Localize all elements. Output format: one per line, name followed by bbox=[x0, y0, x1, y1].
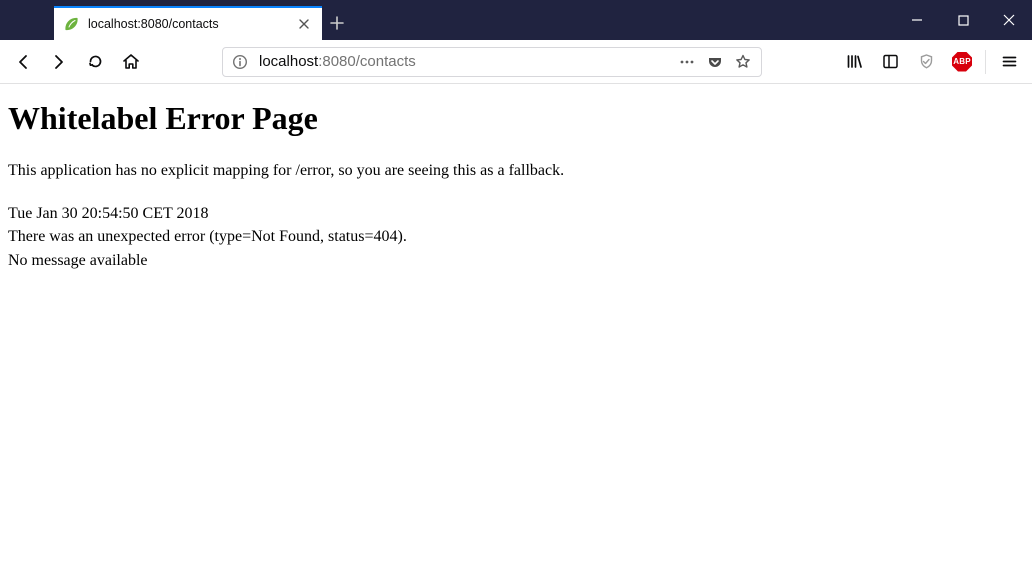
new-tab-button[interactable] bbox=[322, 6, 352, 40]
sidebar-icon[interactable] bbox=[873, 45, 907, 79]
page-content: Whitelabel Error Page This application h… bbox=[0, 84, 1032, 288]
navigation-toolbar: localhost:8080/contacts ABP bbox=[0, 40, 1032, 84]
browser-titlebar: localhost:8080/contacts bbox=[0, 0, 1032, 40]
adblock-plus-icon[interactable]: ABP bbox=[945, 45, 979, 79]
shield-icon[interactable] bbox=[909, 45, 943, 79]
fallback-message: This application has no explicit mapping… bbox=[8, 159, 1024, 182]
url-bar[interactable]: localhost:8080/contacts bbox=[222, 47, 762, 77]
error-summary: There was an unexpected error (type=Not … bbox=[8, 225, 1024, 248]
window-controls bbox=[894, 0, 1032, 40]
browser-tab[interactable]: localhost:8080/contacts bbox=[54, 6, 322, 40]
pocket-icon[interactable] bbox=[701, 48, 729, 76]
reload-button[interactable] bbox=[78, 45, 112, 79]
toolbar-right: ABP bbox=[837, 45, 1026, 79]
error-timestamp: Tue Jan 30 20:54:50 CET 2018 bbox=[8, 202, 1024, 225]
back-button[interactable] bbox=[6, 45, 40, 79]
page-actions-button[interactable] bbox=[673, 48, 701, 76]
toolbar-separator bbox=[985, 50, 986, 74]
forward-button[interactable] bbox=[42, 45, 76, 79]
tab-title: localhost:8080/contacts bbox=[88, 17, 294, 31]
tab-close-button[interactable] bbox=[294, 14, 314, 34]
page-heading: Whitelabel Error Page bbox=[8, 100, 1024, 137]
site-info-icon[interactable] bbox=[227, 49, 253, 75]
minimize-button[interactable] bbox=[894, 4, 940, 36]
spring-favicon bbox=[64, 16, 80, 32]
close-window-button[interactable] bbox=[986, 4, 1032, 36]
maximize-button[interactable] bbox=[940, 4, 986, 36]
bookmark-star-icon[interactable] bbox=[729, 48, 757, 76]
library-icon[interactable] bbox=[837, 45, 871, 79]
url-text[interactable]: localhost:8080/contacts bbox=[253, 53, 673, 70]
tab-strip: localhost:8080/contacts bbox=[54, 6, 352, 40]
abp-badge: ABP bbox=[952, 52, 972, 72]
home-button[interactable] bbox=[114, 45, 148, 79]
app-menu-button[interactable] bbox=[992, 45, 1026, 79]
url-host: localhost bbox=[259, 53, 318, 70]
url-path: :8080/contacts bbox=[318, 53, 416, 70]
error-detail: No message available bbox=[8, 249, 1024, 272]
